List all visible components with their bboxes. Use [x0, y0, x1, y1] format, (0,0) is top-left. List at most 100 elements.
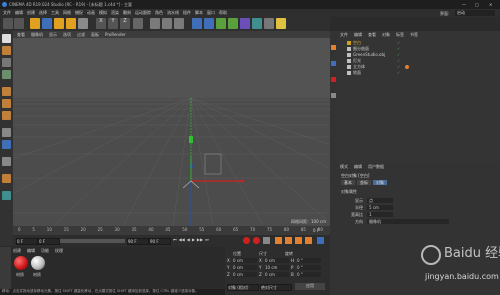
end-frame-field[interactable]: 90 F: [149, 238, 171, 245]
size-field[interactable]: 0 cm: [265, 258, 289, 263]
menu-item[interactable]: 雕刻: [123, 10, 131, 16]
attribute-value-field[interactable]: 5 cm: [367, 205, 393, 210]
material-menu-item[interactable]: 纹理: [55, 248, 63, 253]
visibility-check-icon[interactable]: ✓: [397, 52, 400, 57]
menu-item[interactable]: 工具: [51, 10, 59, 16]
menu-item[interactable]: 渲染: [111, 10, 119, 16]
start-frame-field[interactable]: 0 F: [16, 238, 38, 245]
snapping-icon[interactable]: [2, 157, 11, 166]
viewport-menu-item[interactable]: 摄像机: [31, 32, 43, 37]
viewport-menu-item[interactable]: 过滤: [77, 32, 85, 37]
attribute-value-field[interactable]: 点: [367, 198, 393, 203]
tweak-mode-icon[interactable]: [2, 140, 11, 149]
menu-item[interactable]: 模拟: [99, 10, 107, 16]
menu-item[interactable]: 捕捉: [75, 10, 83, 16]
material-panel-tab[interactable]: [0, 247, 11, 289]
apply-button[interactable]: 应用: [295, 283, 325, 290]
scale-key-icon[interactable]: [285, 237, 292, 244]
position-field[interactable]: 0 cm: [233, 265, 257, 270]
layers-icon[interactable]: [331, 93, 336, 98]
menu-item[interactable]: 运动跟踪: [135, 10, 151, 16]
rotation-field[interactable]: 0 °: [297, 265, 321, 270]
attribute-value-field[interactable]: 1: [367, 212, 393, 217]
light-icon[interactable]: [276, 18, 286, 29]
size-field[interactable]: 0 cm: [265, 272, 289, 277]
rotation-field[interactable]: 0 °: [297, 272, 321, 277]
visibility-check-icon[interactable]: ✓: [397, 40, 400, 45]
attributes-tab[interactable]: 基本: [341, 180, 355, 185]
undo-icon[interactable]: [3, 18, 13, 29]
viewport-menu-item[interactable]: 选项: [63, 32, 71, 37]
keyframe-selection-icon[interactable]: [263, 237, 270, 244]
subdivision-icon[interactable]: [216, 18, 226, 29]
preview-end-field[interactable]: 90 F: [127, 238, 149, 245]
attributes-menu-item[interactable]: 用户数据: [368, 164, 384, 169]
menu-item[interactable]: 文件: [3, 10, 11, 16]
render-settings-icon[interactable]: [174, 18, 184, 29]
move-icon[interactable]: [42, 18, 52, 29]
workplane-lock-icon[interactable]: [2, 191, 11, 200]
attributes-menu-item[interactable]: 编辑: [354, 164, 362, 169]
preview-start-field[interactable]: 0 F: [38, 238, 60, 245]
position-key-icon[interactable]: [275, 237, 282, 244]
edges-mode-icon[interactable]: [2, 99, 11, 108]
menu-item[interactable]: 流水线: [167, 10, 179, 16]
rotation-key-icon[interactable]: [295, 237, 302, 244]
object-row[interactable]: 地面 ✓: [337, 70, 500, 76]
material-grey-swatch[interactable]: [31, 256, 45, 270]
previous-key-icon[interactable]: ◀◀: [179, 237, 185, 245]
attributes-menu-item[interactable]: 模式: [340, 164, 348, 169]
record-key-icon[interactable]: [243, 237, 250, 244]
size-mode-select[interactable]: 绝对尺寸: [260, 284, 292, 291]
attributes-tab[interactable]: 坐标: [357, 180, 371, 185]
pen-icon[interactable]: [204, 18, 214, 29]
coordinate-mode-select[interactable]: 对象 (相对): [227, 284, 259, 291]
recent-tool-icon[interactable]: [78, 18, 88, 29]
viewport-menu-item[interactable]: 查看: [17, 32, 25, 37]
deformer-icon[interactable]: [240, 18, 250, 29]
visibility-check-icon[interactable]: ✓: [397, 46, 400, 51]
cube-icon[interactable]: [192, 18, 202, 29]
rotate-icon[interactable]: [66, 18, 76, 29]
object-manager-icon[interactable]: [331, 45, 336, 50]
attributes-tab[interactable]: 对象: [373, 180, 387, 185]
attribute-value-field[interactable]: 摄像机: [367, 219, 449, 224]
object-menu-item[interactable]: 文件: [340, 32, 348, 37]
maximize-button[interactable]: □: [475, 2, 479, 7]
render-view-icon[interactable]: [150, 18, 160, 29]
position-field[interactable]: 0 cm: [233, 258, 257, 263]
menu-item[interactable]: 角色: [155, 10, 163, 16]
menu-item[interactable]: 窗口: [207, 10, 215, 16]
point-level-anim-icon[interactable]: [317, 237, 324, 244]
close-button[interactable]: ✕: [489, 2, 492, 7]
minimize-button[interactable]: —: [462, 2, 466, 7]
y-axis-lock-icon[interactable]: Y: [108, 18, 118, 29]
menu-item[interactable]: 插件: [183, 10, 191, 16]
coordinate-system-icon[interactable]: [133, 18, 143, 29]
viewport-menu-item[interactable]: ProRender: [105, 32, 126, 37]
size-field[interactable]: 10 cm: [265, 265, 289, 270]
frame-range-slider[interactable]: [60, 239, 125, 243]
viewport-menu-item[interactable]: 显示: [49, 32, 57, 37]
visibility-check-icon[interactable]: ✓: [397, 70, 400, 75]
z-axis-lock-icon[interactable]: Z: [120, 18, 130, 29]
solo-icon[interactable]: [2, 174, 11, 183]
play-icon[interactable]: ▶: [192, 237, 195, 245]
live-select-icon[interactable]: [30, 18, 40, 29]
go-to-end-icon[interactable]: ⏭: [205, 237, 209, 245]
polygons-mode-icon[interactable]: [2, 111, 11, 120]
scale-icon[interactable]: [54, 18, 64, 29]
material-tag-icon[interactable]: [405, 65, 409, 69]
model-mode-icon[interactable]: [2, 46, 11, 55]
object-menu-item[interactable]: 查看: [368, 32, 376, 37]
render-picture-viewer-icon[interactable]: [162, 18, 172, 29]
structure-icon[interactable]: [331, 77, 336, 82]
texture-mode-icon[interactable]: [2, 58, 11, 67]
rotation-field[interactable]: 0 °: [297, 258, 321, 263]
camera-icon[interactable]: [264, 18, 274, 29]
object-menu-item[interactable]: 编辑: [354, 32, 362, 37]
next-frame-icon[interactable]: ▶▶: [197, 237, 203, 245]
layout-select[interactable]: 启动: [455, 10, 495, 16]
timeline-ruler[interactable]: 0 5 10 15 20 25 30 35 40 45 50 55 60 65 70 75 80 85 90 0 F: [13, 226, 330, 235]
menu-item[interactable]: 编辑: [15, 10, 23, 16]
